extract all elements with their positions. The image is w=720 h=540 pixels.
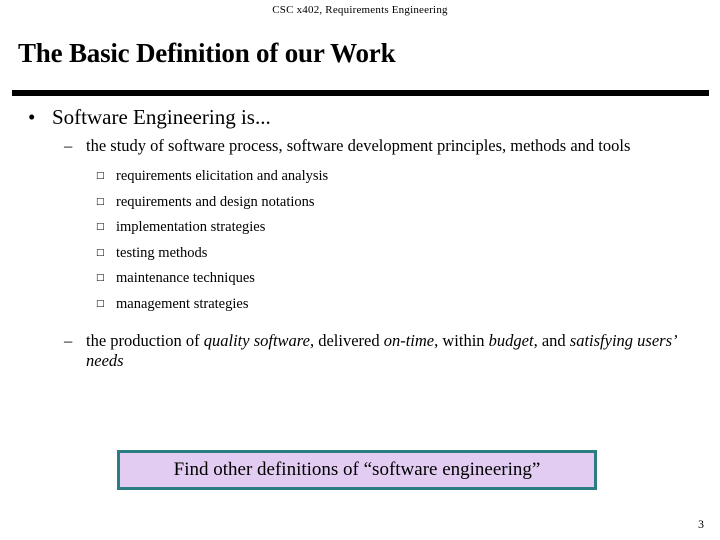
emphasis-text: on-time — [383, 331, 435, 350]
title-divider — [12, 90, 709, 96]
square-bullet-icon: □ — [96, 171, 105, 181]
list-item: □ requirements and design notations — [94, 190, 720, 216]
sub-sub-bullet-list: □ requirements elicitation and analysis … — [94, 164, 720, 317]
plain-text: , within — [434, 331, 489, 350]
square-bullet-icon: □ — [96, 247, 105, 258]
list-item-label: requirements elicitation and analysis — [116, 168, 329, 184]
callout-label: Find other definitions of “software engi… — [173, 459, 541, 480]
slide-body: • Software Engineering is... – the study… — [0, 104, 720, 371]
page-title: The Basic Definition of our Work — [18, 38, 396, 68]
dash-bullet-icon: – — [64, 331, 73, 350]
list-item: □ implementation strategies — [94, 215, 720, 241]
square-bullet-icon: □ — [96, 196, 105, 207]
sub-bullet-the-study-of: – the study of software process, softwar… — [58, 136, 698, 156]
bullet-label: Software Engineering is... — [52, 105, 271, 129]
plain-text: , delivered — [309, 331, 384, 350]
list-item-label: management strategies — [116, 295, 249, 312]
dash-bullet-icon: – — [64, 136, 73, 155]
plain-text: , and — [533, 331, 570, 350]
list-item-label: testing methods — [116, 244, 208, 261]
list-item: □ maintenance techniques — [94, 266, 720, 292]
sub-bullet-the-production-of: – the production of quality software, de… — [58, 331, 698, 371]
list-item-label: requirements and design notations — [116, 193, 315, 210]
sub-bullet-label: the study of software process, software … — [86, 136, 631, 155]
emphasis-text: quality software — [203, 331, 310, 350]
bullet-software-engineering: • Software Engineering is... — [22, 104, 720, 130]
list-item: □ management strategies — [94, 292, 720, 318]
square-bullet-icon: □ — [96, 298, 105, 309]
emphasis-text: budget — [488, 331, 534, 350]
round-bullet-icon: • — [28, 105, 36, 129]
course-header: CSC x402, Requirements Engineering — [272, 4, 448, 16]
page-number: 3 — [698, 517, 704, 531]
sub-bullet-label: the production of quality software, deli… — [86, 331, 676, 370]
square-bullet-icon: □ — [96, 273, 105, 283]
list-item: □ requirements elicitation and analysis — [94, 164, 720, 190]
list-item: □ testing methods — [94, 241, 720, 267]
plain-text: the production of — [86, 331, 204, 350]
list-item-label: maintenance techniques — [116, 270, 255, 286]
square-bullet-icon: □ — [96, 222, 105, 232]
list-item-label: implementation strategies — [116, 219, 266, 235]
callout-box[interactable]: Find other definitions of “software engi… — [117, 450, 597, 490]
